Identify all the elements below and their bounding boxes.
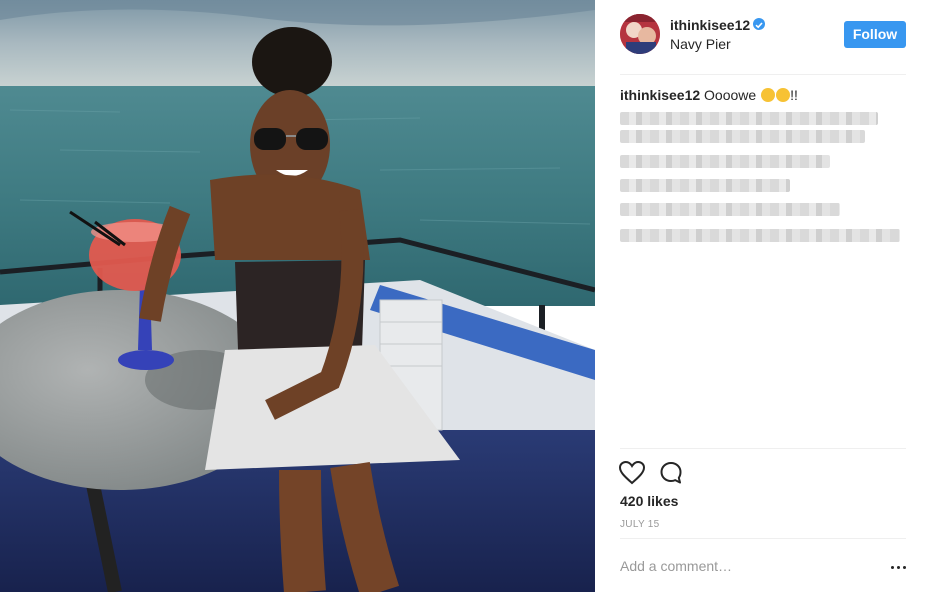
- post-photo[interactable]: [0, 0, 595, 592]
- avatar[interactable]: [620, 14, 660, 54]
- blurred-comment-line: [620, 203, 840, 216]
- heart-icon[interactable]: [618, 460, 646, 490]
- post-side-panel: ithinkisee12 Navy Pier Follow ithinkisee…: [595, 0, 926, 592]
- add-comment-input[interactable]: Add a comment…: [620, 558, 870, 574]
- comment-divider: [620, 538, 906, 539]
- actions-divider: [620, 448, 906, 449]
- blurred-comment-line: [620, 179, 790, 192]
- heart-eyes-emoji-icon: [776, 88, 791, 102]
- caption-text: Oooowe: [704, 87, 757, 103]
- post-date: JULY 15: [620, 519, 660, 530]
- caption-username[interactable]: ithinkisee12: [620, 87, 700, 103]
- blurred-comment-line: [620, 130, 865, 143]
- verified-badge-icon: [753, 18, 765, 30]
- post-dialog: ithinkisee12 Navy Pier Follow ithinkisee…: [0, 0, 926, 592]
- post-header: ithinkisee12 Navy Pier Follow: [620, 14, 906, 75]
- blurred-comment-line: [620, 112, 878, 125]
- post-caption: ithinkisee12 Oooowe !!: [620, 87, 798, 103]
- caption-suffix: !!: [790, 87, 798, 103]
- more-options-icon[interactable]: [891, 556, 906, 572]
- post-location[interactable]: Navy Pier: [670, 36, 731, 52]
- speech-bubble-icon[interactable]: [659, 461, 683, 490]
- photo-image: [0, 0, 595, 592]
- likes-count[interactable]: 420 likes: [620, 493, 678, 509]
- blurred-comment-line: [620, 229, 900, 242]
- post-username[interactable]: ithinkisee12: [670, 17, 750, 33]
- avatar-image: [620, 14, 660, 54]
- follow-button[interactable]: Follow: [844, 21, 906, 48]
- blurred-comment-line: [620, 155, 830, 168]
- kissing-face-emoji-icon: [761, 88, 776, 102]
